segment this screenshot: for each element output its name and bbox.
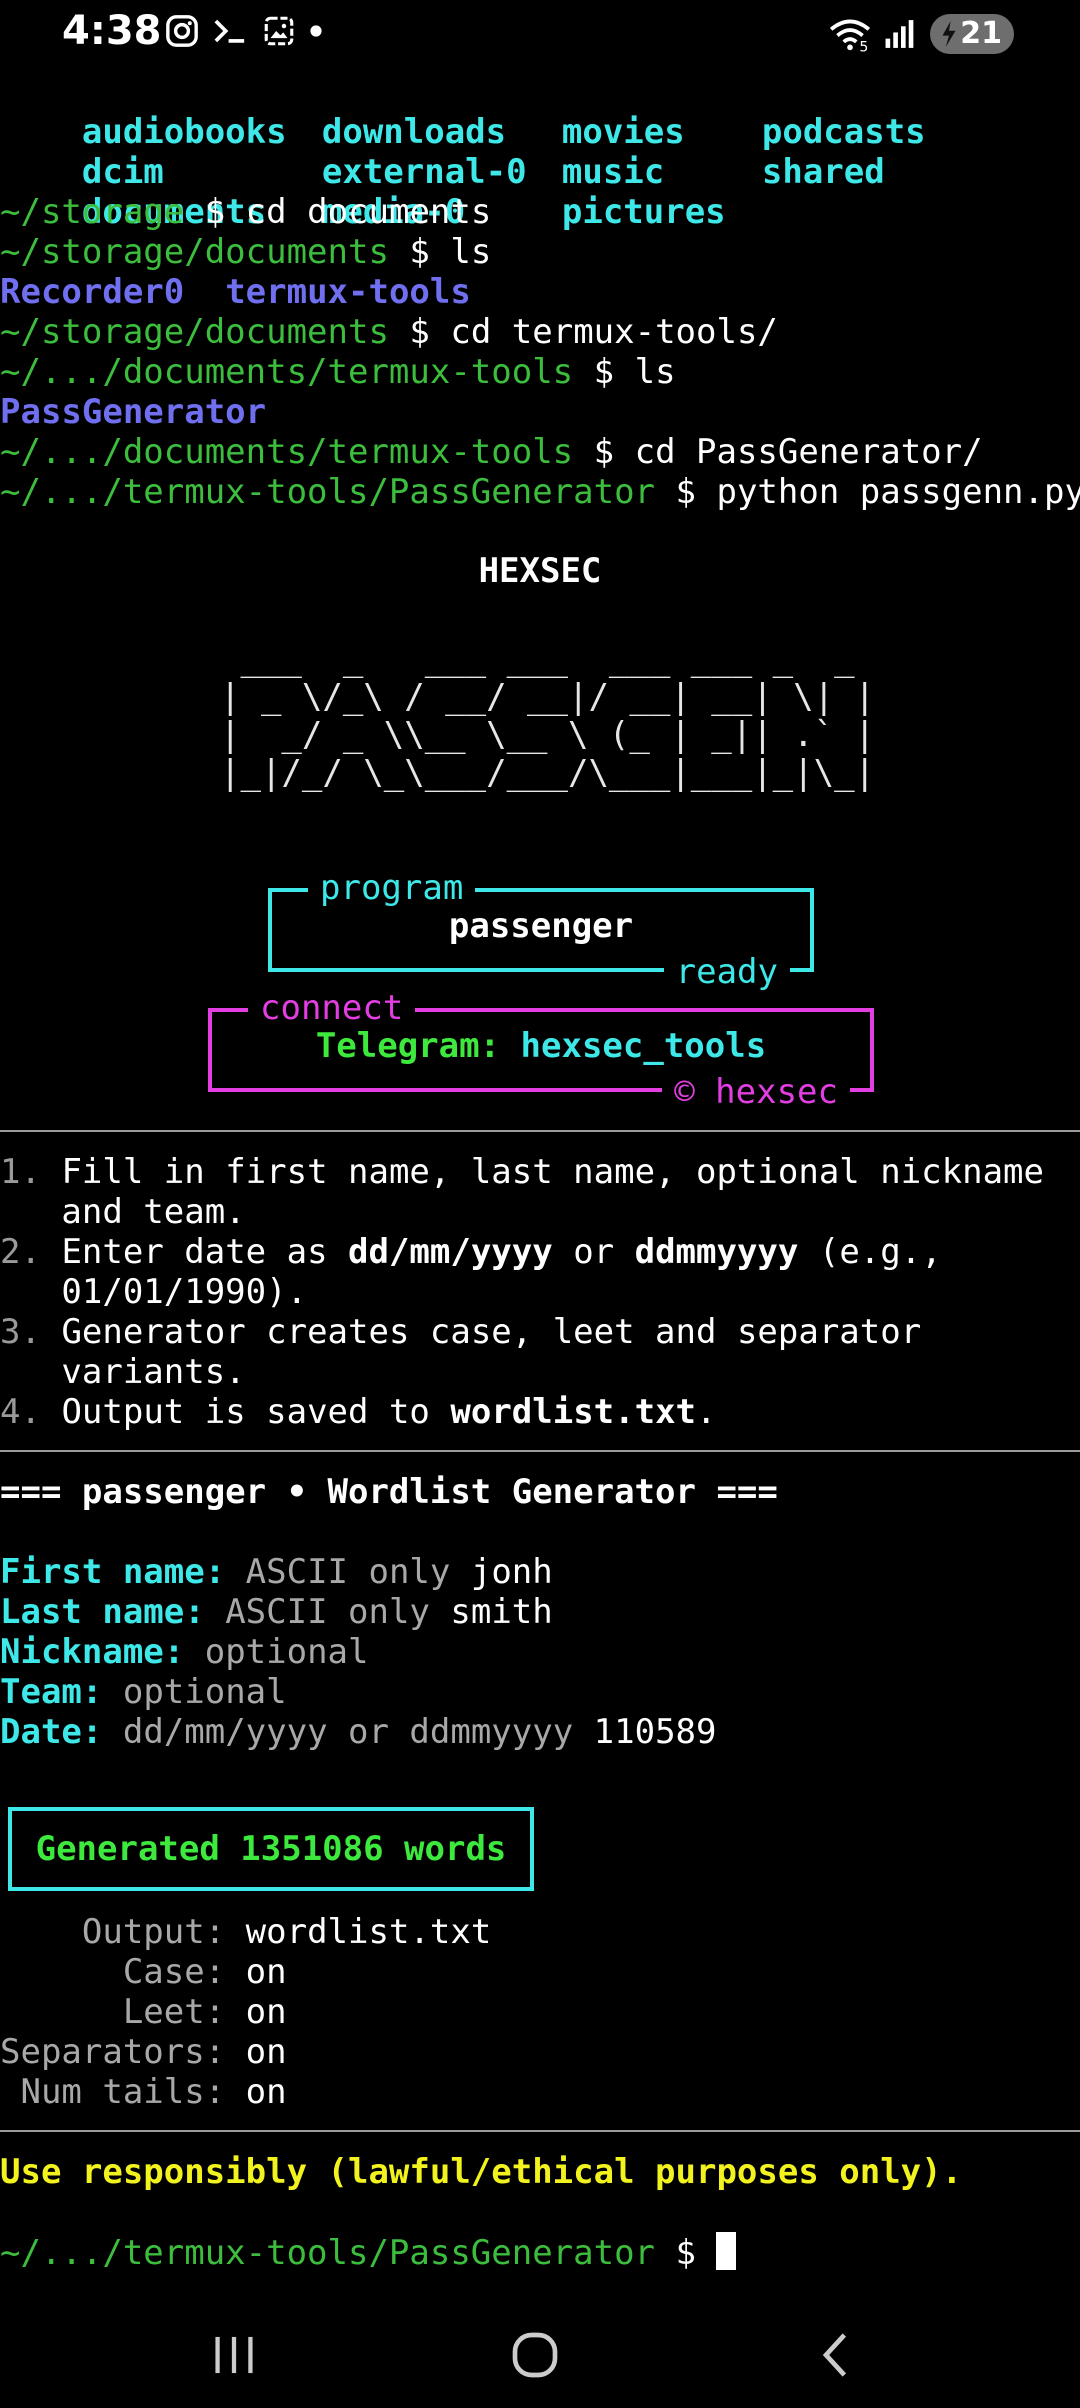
ascii-line: | _/ _ \\__ \__ \ (_ | _|| .` | — [220, 715, 876, 755]
summary-row: Leet: on — [0, 1992, 287, 2032]
summary-row: Output: wordlist.txt — [0, 1912, 492, 1952]
generator-form: === passenger • Wordlist Generator === F… — [0, 1472, 1080, 1752]
instagram-icon — [166, 15, 198, 47]
divider — [0, 1450, 1080, 1452]
ascii-line: ___ _ ___ ___ ___ ___ _ _ — [220, 639, 876, 679]
brand-title: HEXSEC — [478, 551, 602, 591]
ascii-line: |_|/_/ \_\___/___/\___|___|_|\_| — [220, 753, 876, 793]
connect-box: connect Telegram: hexsec_tools © hexsec — [208, 988, 874, 1112]
list-item-continued: variants. — [61, 1352, 246, 1392]
terminal-output[interactable]: audiobooks downloads movies podcasts dcim ex… — [0, 72, 1080, 512]
ls-row: Recorder0 termux-tools — [0, 272, 471, 312]
status-bar: 4:38 5 21 — [0, 0, 1080, 72]
program-box-label: program — [308, 868, 476, 908]
ready-label: ready — [663, 952, 790, 992]
field-first-name: First name: ASCII only jonh — [0, 1552, 553, 1592]
list-item: 1. Fill in first name, last name, option… — [0, 1152, 1044, 1192]
prompt-input[interactable]: ~/.../termux-tools/PassGenerator $ — [0, 2232, 737, 2273]
telegram-handle: hexsec_tools — [520, 1026, 767, 1066]
divider — [0, 2130, 1080, 2132]
ls-row: audiobooks downloads movies podcasts — [0, 72, 1080, 152]
summary-row: Num tails: on — [0, 2072, 287, 2112]
ls-row: PassGenerator — [0, 392, 267, 432]
field-last-name: Last name: ASCII only smith — [0, 1592, 553, 1632]
generated-count: Generated 1351086 words — [35, 1829, 507, 1869]
list-item: 3. Generator creates case, leet and sepa… — [0, 1312, 922, 1352]
telegram-line: Telegram: hexsec_tools — [315, 1026, 767, 1066]
summary-list: Output: wordlist.txt Case: on Leet: on S… — [0, 1912, 1080, 2112]
warning-text: Use responsibly (lawful/ethical purposes… — [0, 2152, 963, 2192]
system-icons: 5 21 — [828, 14, 1014, 54]
gallery-icon — [264, 16, 294, 46]
recent-apps-icon — [215, 2336, 253, 2374]
svg-text:5: 5 — [860, 39, 869, 52]
dir-entry: downloads — [321, 112, 507, 152]
prompt-line: ~/.../documents/termux-tools $ cd PassGe… — [0, 432, 983, 472]
dot-icon — [310, 25, 322, 37]
navigation-bar — [0, 2300, 1080, 2408]
connect-box-label: connect — [248, 988, 416, 1028]
dir-entry: external-0 — [321, 152, 527, 192]
result-box: Generated 1351086 words — [8, 1807, 534, 1891]
signal-icon — [885, 20, 914, 48]
dir-entry: pictures — [561, 192, 726, 232]
dir-entry: podcasts — [761, 112, 926, 152]
summary-row: Case: on — [0, 1952, 287, 1992]
prompt-line: ~/.../termux-tools/PassGenerator $ pytho… — [0, 472, 1080, 512]
field-nickname: Nickname: optional — [0, 1632, 369, 1672]
summary-row: Separators: on — [0, 2032, 287, 2072]
list-item-continued: and team. — [61, 1192, 246, 1232]
ascii-logo: ___ _ ___ ___ ___ ___ _ _ | _ \/_\ / __/… — [0, 640, 1080, 792]
divider — [0, 1130, 1080, 1132]
battery-indicator: 21 — [930, 14, 1014, 54]
list-item-continued: 01/01/1990). — [61, 1272, 308, 1312]
copyright-label: © hexsec — [662, 1072, 850, 1112]
dir-entry: dcim — [81, 152, 164, 192]
list-item: 4. Output is saved to wordlist.txt. — [0, 1392, 717, 1432]
dir-entry: movies — [561, 112, 685, 152]
program-box: program passenger ready — [268, 868, 814, 992]
text-cursor — [716, 2232, 737, 2270]
dir-entry: audiobooks — [81, 112, 287, 152]
clock: 4:38 — [62, 8, 162, 54]
home-button[interactable] — [495, 2320, 575, 2390]
prompt-line: ~/storage/documents $ ls — [0, 232, 492, 272]
field-date: Date: dd/mm/yyyy or ddmmyyyy 110589 — [0, 1712, 717, 1752]
prompt-line: ~/storage/documents $ cd termux-tools/ — [0, 312, 778, 352]
terminal-icon — [214, 19, 245, 43]
prompt-line: ~/.../documents/termux-tools $ ls — [0, 352, 676, 392]
battery-level: 21 — [960, 16, 1002, 51]
dir-entry: shared — [761, 152, 885, 192]
back-icon — [822, 2333, 847, 2377]
home-icon — [512, 2332, 558, 2378]
field-team: Team: optional — [0, 1672, 287, 1712]
back-button[interactable] — [796, 2320, 876, 2390]
notification-icons — [165, 14, 323, 48]
list-item: 2. Enter date as dd/mm/yyyy or ddmmyyyy … — [0, 1232, 942, 1272]
dir-entry: music — [561, 152, 665, 192]
ascii-line: | _ \/_\ / __/ __|/ __| __| \| | — [220, 677, 876, 717]
recent-apps-button[interactable] — [194, 2320, 274, 2390]
wifi-icon: 5 — [830, 19, 871, 52]
program-name: passenger — [448, 906, 634, 946]
instructions-list: 1. Fill in first name, last name, option… — [0, 1152, 1080, 1432]
charging-bolt-icon — [942, 21, 956, 47]
section-header: === passenger • Wordlist Generator === — [0, 1472, 778, 1512]
